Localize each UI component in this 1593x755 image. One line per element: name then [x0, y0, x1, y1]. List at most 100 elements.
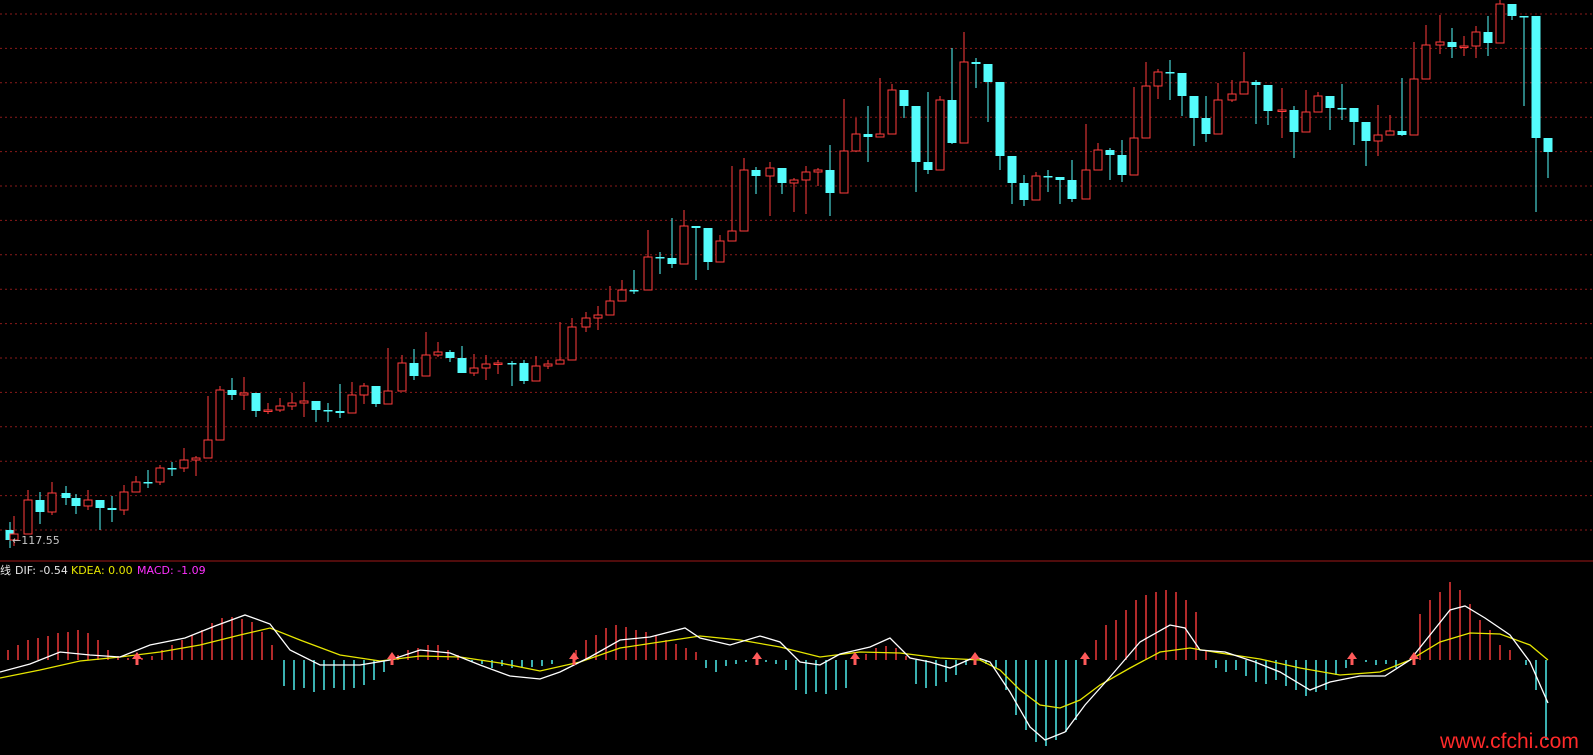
candle	[1471, 26, 1481, 58]
candle	[751, 167, 761, 194]
candle-body	[1213, 99, 1223, 135]
candle	[445, 350, 455, 362]
candle	[191, 456, 201, 476]
candle-body	[899, 90, 909, 106]
candle	[1105, 148, 1115, 180]
candle-body	[263, 409, 273, 412]
stock-chart: ←117.55 线 DIF: -0.54 KDEA: 0.00 MACD: -1…	[0, 0, 1593, 753]
candle-body	[251, 393, 261, 411]
candle	[335, 384, 345, 418]
candle	[1409, 42, 1419, 136]
candle-body	[605, 300, 615, 316]
candle-body	[143, 482, 153, 484]
candle	[119, 485, 129, 515]
candle-body	[1129, 137, 1139, 176]
candle	[275, 398, 285, 412]
candle-body	[543, 363, 553, 367]
candle-body	[1531, 16, 1541, 138]
up-arrow-shaft	[1083, 659, 1087, 665]
candle	[935, 96, 945, 171]
candle-body	[203, 439, 213, 459]
candle	[23, 490, 33, 535]
candle	[1447, 28, 1457, 58]
candle-body	[23, 499, 33, 535]
candle-body	[679, 225, 689, 265]
candle	[1421, 25, 1431, 80]
candle-body	[1447, 42, 1457, 47]
candle	[1239, 52, 1249, 95]
up-arrow-head	[970, 652, 980, 659]
candle	[1531, 16, 1541, 212]
candle	[887, 84, 897, 135]
candle-body	[1471, 31, 1481, 47]
candle	[299, 382, 309, 417]
candle-body	[1349, 108, 1359, 122]
candle	[35, 492, 45, 524]
candle-body	[1397, 131, 1407, 135]
candle	[789, 178, 799, 212]
candlestick-series	[5, 0, 1553, 548]
candle	[703, 228, 713, 270]
candle	[1141, 62, 1151, 139]
candle-body	[191, 457, 201, 461]
up-arrow-shaft	[135, 659, 139, 665]
candle-body	[421, 354, 431, 377]
candle-body	[215, 389, 225, 441]
candle	[143, 470, 153, 488]
candle	[593, 306, 603, 330]
candle	[643, 230, 653, 291]
candle-body	[863, 134, 873, 137]
candle	[765, 162, 775, 216]
candle	[383, 348, 393, 405]
candle-body	[323, 410, 333, 412]
candle	[251, 393, 261, 417]
candle-body	[155, 467, 165, 483]
candle-body	[1227, 93, 1237, 101]
candle	[493, 360, 503, 374]
candle-body	[35, 500, 45, 512]
candle	[409, 349, 419, 380]
candle-body	[1435, 41, 1445, 46]
up-arrow-icon	[387, 652, 397, 665]
candle-body	[469, 367, 479, 374]
macd-histogram	[7, 582, 1547, 746]
candle	[1007, 156, 1017, 204]
candle	[543, 360, 553, 369]
candle	[167, 462, 177, 476]
candle	[1117, 140, 1127, 182]
up-arrow-shaft	[755, 659, 759, 665]
candle-body	[95, 500, 105, 508]
candle	[581, 312, 591, 332]
candle-body	[923, 162, 933, 170]
candle-body	[1519, 16, 1529, 18]
candle	[851, 118, 861, 152]
candle	[839, 99, 849, 194]
up-arrow-shaft	[390, 659, 394, 665]
candle	[1019, 175, 1029, 206]
candle	[1507, 4, 1517, 20]
candle	[875, 78, 885, 138]
candle	[323, 403, 333, 422]
candle-body	[691, 226, 701, 228]
candle-body	[275, 405, 285, 411]
candle	[1301, 90, 1311, 133]
candle-body	[179, 459, 189, 469]
candle-body	[1361, 122, 1371, 141]
candle-body	[1081, 169, 1091, 200]
candle	[397, 355, 407, 392]
candle-body	[1373, 134, 1383, 142]
candle-body	[727, 230, 737, 242]
candle-body	[287, 402, 297, 407]
up-arrow-icon	[1347, 652, 1357, 665]
candle	[347, 382, 357, 414]
up-arrow-shaft	[853, 659, 857, 665]
candle	[155, 465, 165, 485]
candle	[605, 286, 615, 316]
candle	[629, 270, 639, 294]
candle	[421, 332, 431, 377]
candle	[179, 448, 189, 472]
up-arrow-icon	[970, 652, 980, 665]
up-arrow-icon	[1409, 652, 1419, 665]
candle	[777, 168, 787, 194]
candle-body	[1093, 149, 1103, 171]
